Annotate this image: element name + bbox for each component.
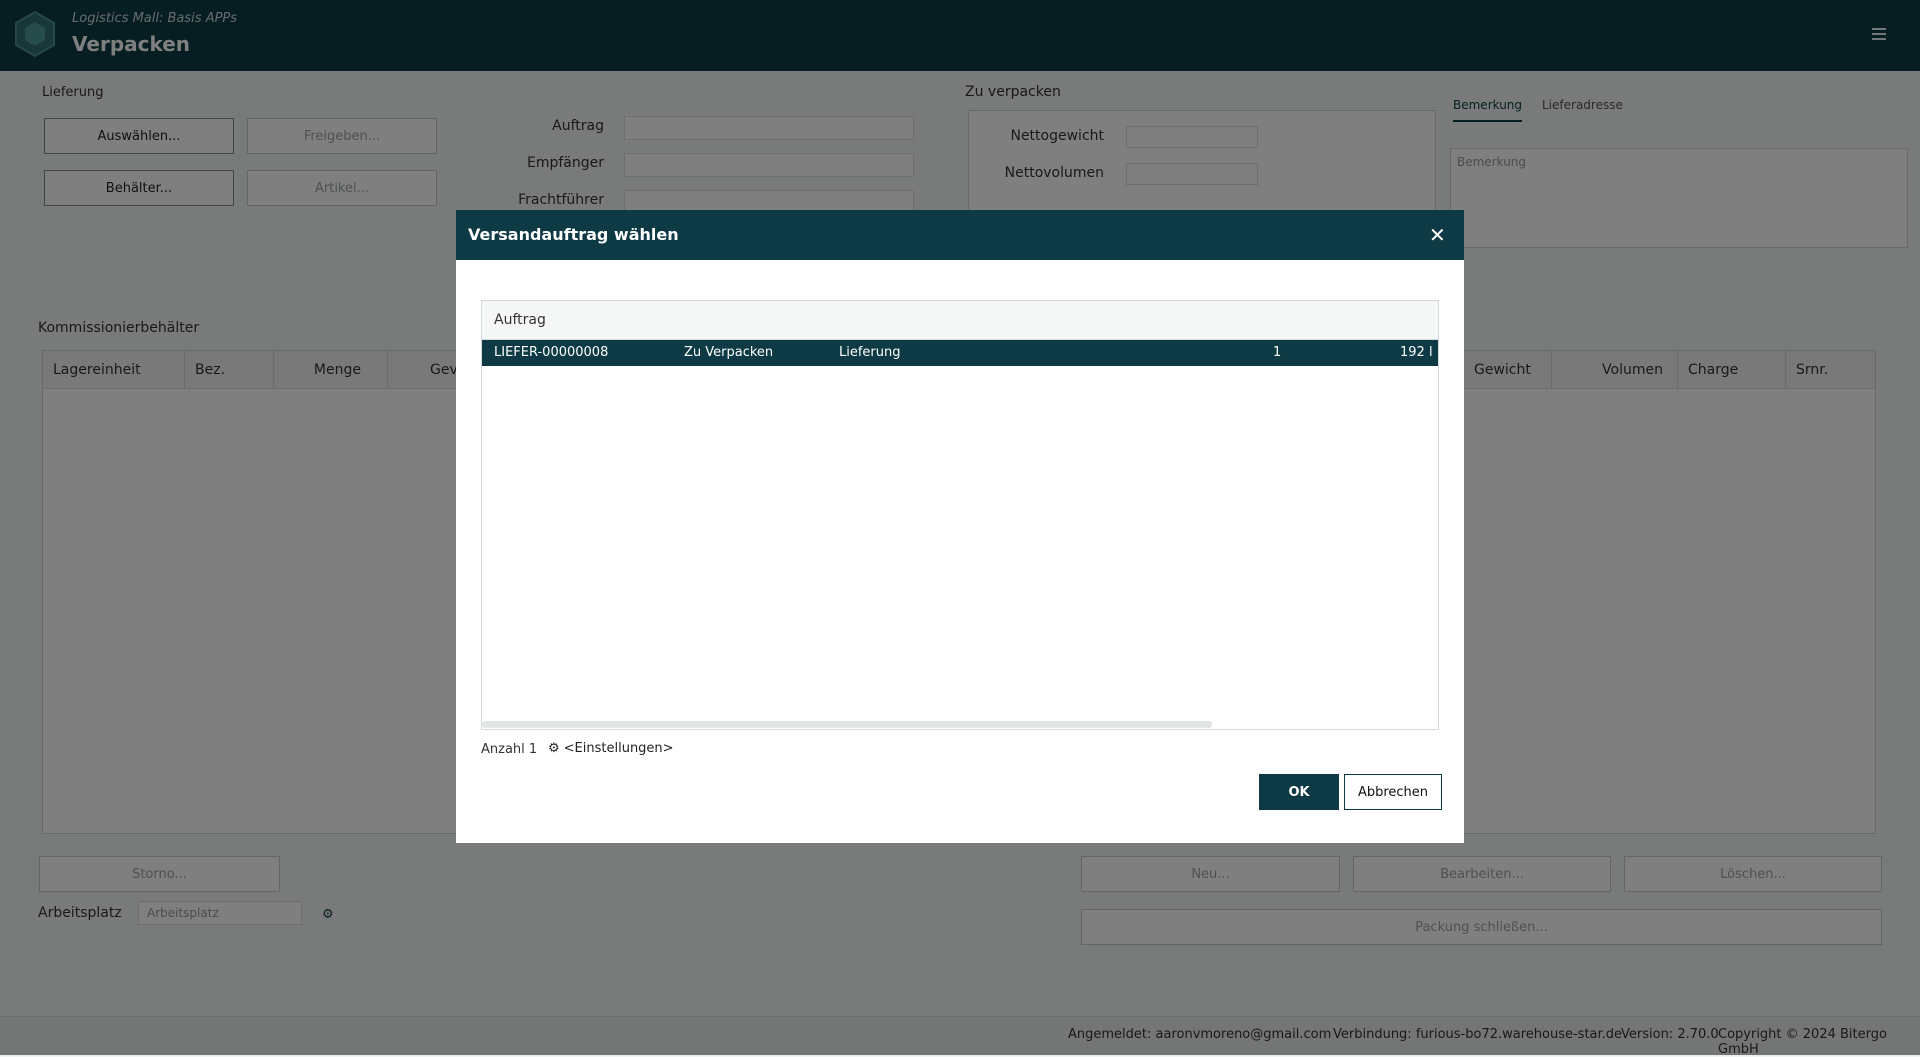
settings-label: <Einstellungen> [563,741,674,756]
row-value: 192 l [1400,345,1433,360]
auftrag-list: Auftrag LIEFER-00000008 Zu Verpacken Lie… [481,300,1439,730]
settings-link[interactable]: ⚙ <Einstellungen> [548,741,674,756]
cancel-button[interactable]: Abbrechen [1344,774,1442,810]
dialog-title: Versandauftrag wählen [468,225,679,244]
row-status: Zu Verpacken [684,345,774,360]
row-type: Lieferung [839,345,901,360]
close-icon[interactable]: ✕ [1429,223,1446,247]
row-qty: 1 [1273,345,1282,360]
row-id: LIEFER-00000008 [494,345,609,360]
list-header: Auftrag [482,301,1438,340]
versandauftrag-dialog: Versandauftrag wählen ✕ Auftrag LIEFER-0… [456,210,1464,843]
horizontal-scrollbar[interactable] [482,721,1212,728]
list-header-auftrag[interactable]: Auftrag [494,312,546,328]
ok-button[interactable]: OK [1259,774,1339,810]
list-item[interactable]: LIEFER-00000008 Zu Verpacken Lieferung 1… [482,340,1438,366]
gear-icon: ⚙ [548,741,560,756]
count-label: Anzahl 1 [481,742,538,757]
